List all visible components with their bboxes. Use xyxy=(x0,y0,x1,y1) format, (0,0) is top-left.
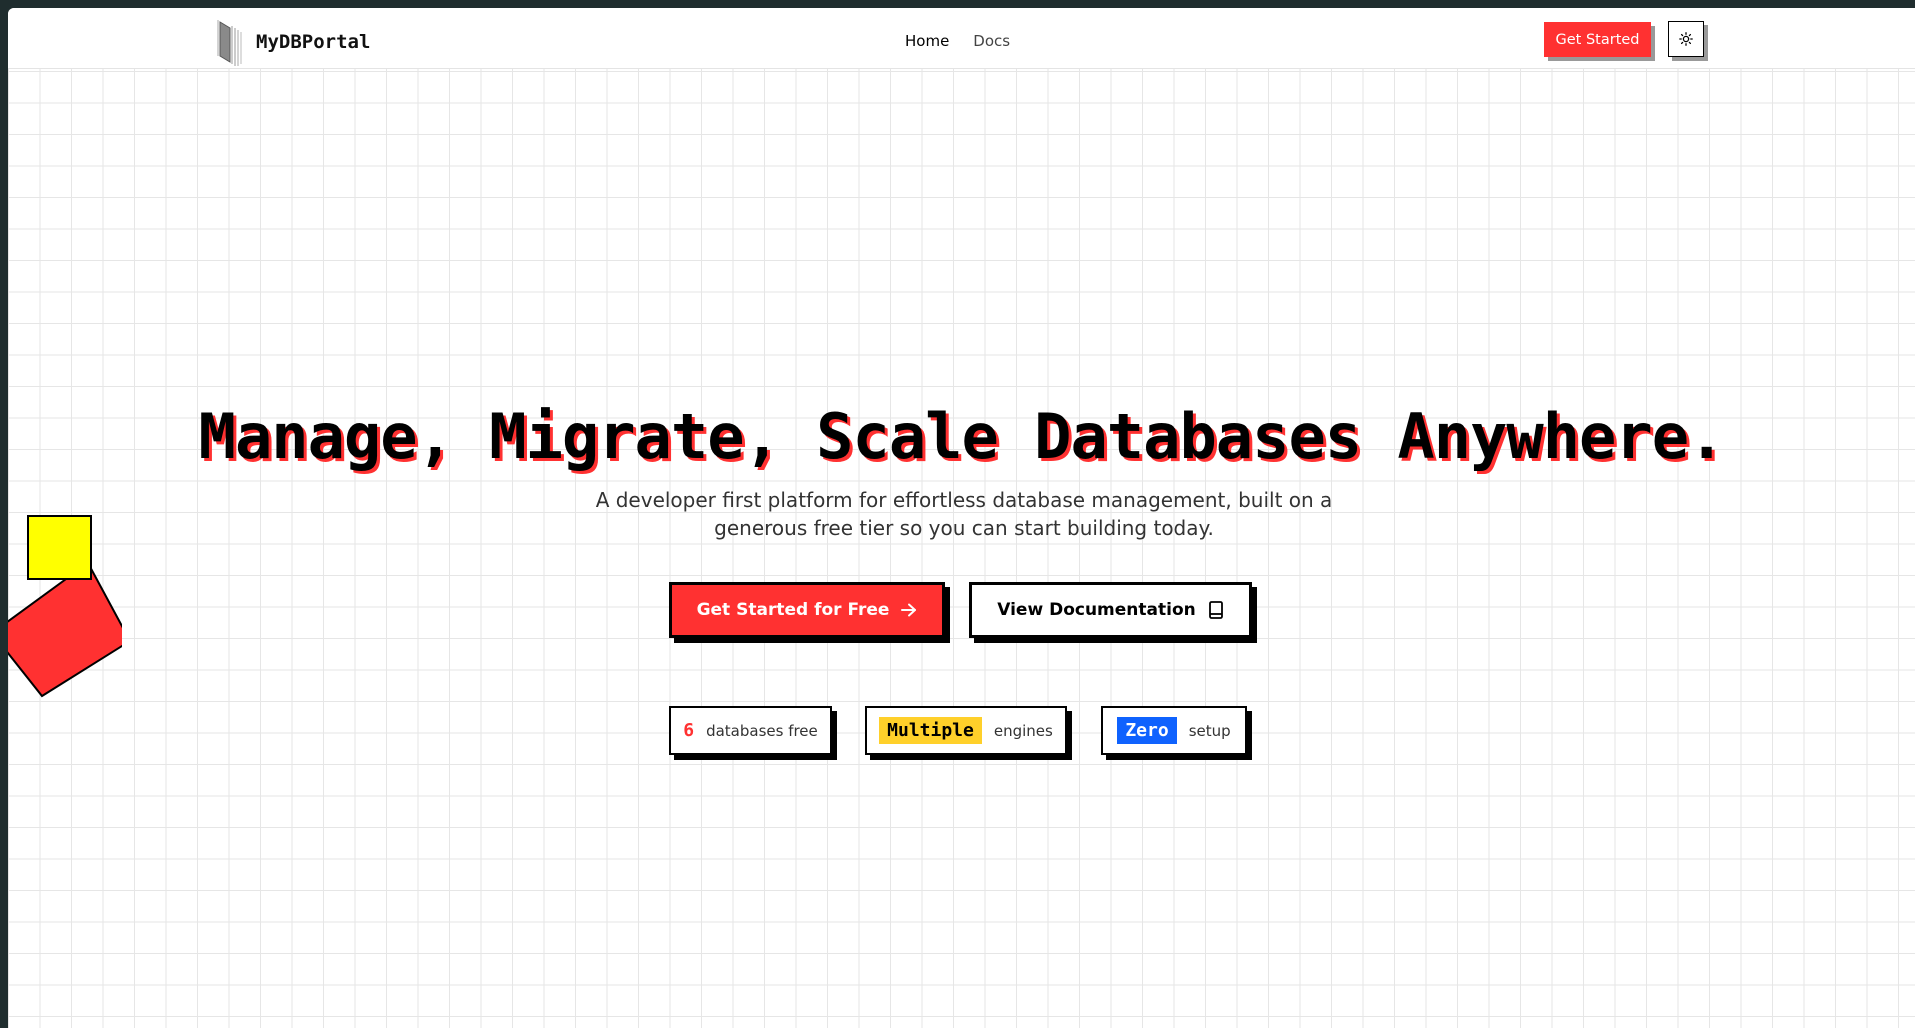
stat-label: databases free xyxy=(706,721,818,740)
brand[interactable]: MyDBPortal xyxy=(214,16,370,68)
stat-label: engines xyxy=(993,721,1053,740)
stat-value: Zero xyxy=(1117,717,1177,744)
decorative-red-diamond xyxy=(8,563,122,698)
sun-icon xyxy=(1679,32,1693,46)
decorative-yellow-square xyxy=(27,515,92,580)
database-logo-icon xyxy=(217,20,242,66)
stat-label: setup xyxy=(1188,721,1231,740)
hero-title: Manage, Migrate, Scale Databases Anywher… xyxy=(198,400,1726,473)
theme-toggle-button[interactable] xyxy=(1668,21,1704,57)
browser-viewport: MyDBPortal Home Docs Get Started Manage,… xyxy=(8,8,1915,1028)
hero-subtitle: A developer first platform for effortles… xyxy=(595,488,1333,540)
stat-value: 6 xyxy=(683,720,695,741)
stat-databases-free: 6 databases free xyxy=(669,706,832,755)
primary-button-label: Get Started for Free xyxy=(696,600,890,620)
stat-value: Multiple xyxy=(879,717,982,744)
get-started-nav-button[interactable]: Get Started xyxy=(1544,22,1651,57)
view-documentation-button[interactable]: View Documentation xyxy=(969,582,1252,638)
stat-engines: Multiple engines xyxy=(865,706,1067,755)
arrow-right-icon xyxy=(901,603,917,617)
navbar: MyDBPortal Home Docs Get Started xyxy=(8,8,1915,69)
book-icon xyxy=(1208,601,1223,619)
nav-link-docs[interactable]: Docs xyxy=(973,32,1010,50)
get-started-free-button[interactable]: Get Started for Free xyxy=(669,582,945,638)
nav-links: Home Docs xyxy=(905,32,1010,50)
secondary-button-label: View Documentation xyxy=(997,600,1196,620)
nav-link-home[interactable]: Home xyxy=(905,32,949,50)
stat-setup: Zero setup xyxy=(1101,706,1247,755)
brand-name: MyDBPortal xyxy=(256,31,371,53)
